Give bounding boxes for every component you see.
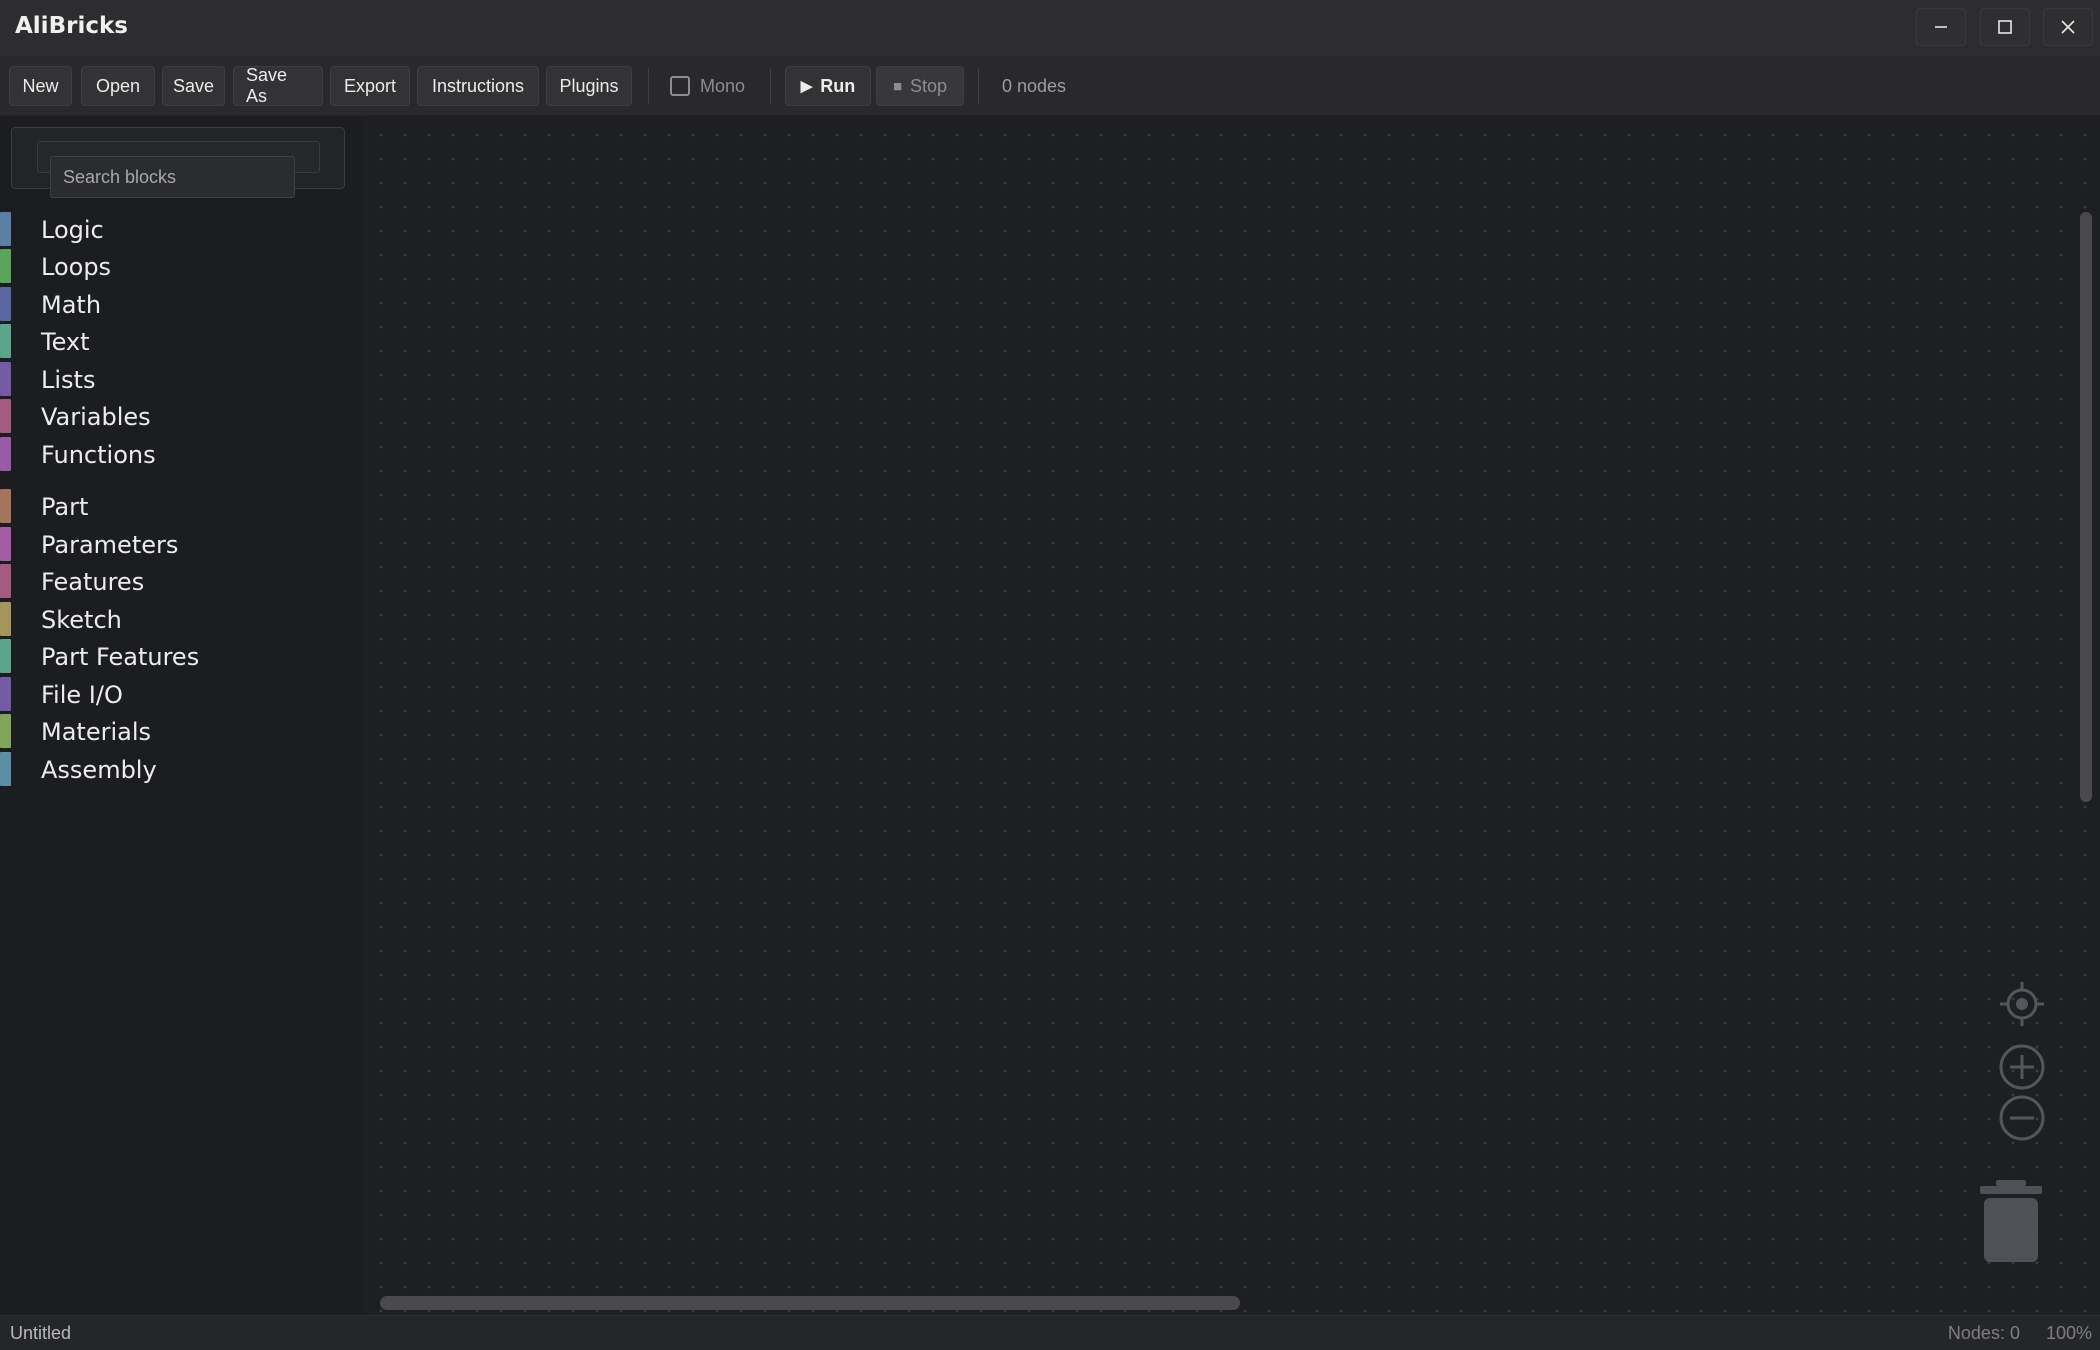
category-swatch: [0, 399, 11, 433]
export-button[interactable]: Export: [330, 66, 410, 106]
minimize-button[interactable]: [1916, 8, 1966, 46]
category-swatch: [0, 324, 11, 358]
category-label: Text: [41, 328, 90, 356]
category-label: Math: [41, 291, 102, 319]
category-swatch: [0, 249, 11, 283]
app-title: AliBricks: [15, 13, 128, 39]
category-item-parameters[interactable]: Parameters: [0, 527, 340, 561]
save-as-button[interactable]: Save As: [233, 65, 323, 106]
category-item-features[interactable]: Features: [0, 564, 340, 598]
category-item-lists[interactable]: Lists: [0, 362, 340, 396]
zoom-in-icon: [1999, 1044, 2045, 1090]
maximize-icon: [1998, 20, 2012, 34]
toolbar-separator: [978, 68, 979, 104]
block-palette: Logic Loops Math Text Lists Variables Fu…: [0, 117, 365, 1315]
category-label: Parameters: [41, 531, 179, 559]
category-label: Loops: [41, 253, 112, 281]
status-node-count: Nodes: 0: [1947, 1323, 2020, 1343]
category-swatch: [0, 602, 11, 636]
mono-label: Mono: [700, 75, 746, 96]
category-label: Lists: [41, 366, 96, 394]
category-swatch: [0, 752, 11, 786]
workspace-canvas[interactable]: [365, 117, 2100, 1315]
category-swatch: [0, 489, 11, 523]
category-swatch: [0, 564, 11, 598]
stop-button[interactable]: ■ Stop: [876, 66, 964, 106]
zoom-in-button[interactable]: [1998, 1043, 2046, 1091]
new-button[interactable]: New: [9, 66, 72, 106]
category-label: Sketch: [41, 606, 122, 634]
category-swatch: [0, 639, 11, 673]
open-button[interactable]: Open: [81, 66, 155, 106]
category-item-file-io[interactable]: File I/O: [0, 677, 340, 711]
category-label: Features: [41, 568, 145, 596]
category-swatch: [0, 287, 11, 321]
category-label: Part: [41, 493, 89, 521]
category-swatch: [0, 527, 11, 561]
close-button[interactable]: [2043, 8, 2093, 46]
status-bar: Untitled Nodes: 0 100%: [0, 1315, 2100, 1350]
category-label: Variables: [41, 403, 151, 431]
save-button[interactable]: Save: [162, 66, 225, 106]
zoom-out-button[interactable]: [1998, 1094, 2046, 1142]
category-item-sketch[interactable]: Sketch: [0, 602, 340, 636]
plugins-button[interactable]: Plugins: [546, 66, 632, 106]
mono-checkbox[interactable]: [670, 76, 690, 96]
category-label: Materials: [41, 718, 152, 746]
horizontal-scrollbar[interactable]: [380, 1296, 1240, 1310]
category-item-materials[interactable]: Materials: [0, 714, 340, 748]
stop-icon: ■: [892, 77, 903, 95]
crosshair-icon: [2000, 982, 2044, 1026]
stop-label: Stop: [910, 75, 948, 96]
category-item-functions[interactable]: Functions: [0, 437, 340, 471]
category-swatch: [0, 212, 11, 246]
maximize-button[interactable]: [1980, 8, 2030, 46]
run-button[interactable]: ▶ Run: [785, 66, 871, 106]
category-item-assembly[interactable]: Assembly: [0, 752, 340, 786]
document-name: Untitled: [10, 1323, 72, 1343]
toolbar-separator: [770, 68, 771, 104]
run-label: Run: [820, 75, 856, 96]
category-label: Logic: [41, 216, 104, 244]
instructions-button[interactable]: Instructions: [417, 66, 539, 106]
play-icon: ▶: [800, 78, 813, 95]
category-item-part[interactable]: Part: [0, 489, 340, 523]
zoom-level: 100%: [2045, 1323, 2092, 1343]
node-count: 0 nodes: [1002, 76, 1067, 96]
toolbar-separator: [648, 68, 649, 104]
category-item-part-features[interactable]: Part Features: [0, 639, 340, 673]
category-item-text[interactable]: Text: [0, 324, 340, 358]
close-icon: [2061, 20, 2075, 34]
trash-button[interactable]: [1978, 1178, 2044, 1264]
vertical-scrollbar[interactable]: [2080, 212, 2092, 802]
trash-icon: [1980, 1180, 2042, 1262]
category-label: Part Features: [41, 643, 200, 671]
category-label: Functions: [41, 441, 156, 469]
minimize-icon: [1935, 26, 1947, 28]
status-right: Nodes: 0 100%: [1948, 1323, 2092, 1344]
category-label: Assembly: [41, 756, 157, 784]
category-item-logic[interactable]: Logic: [0, 212, 340, 246]
category-swatch: [0, 714, 11, 748]
category-item-variables[interactable]: Variables: [0, 399, 340, 433]
search-placeholder-tooltip: Search blocks: [50, 156, 295, 198]
category-swatch: [0, 677, 11, 711]
title-bar: AliBricks: [0, 0, 2100, 56]
zoom-out-icon: [1999, 1095, 2045, 1141]
category-swatch: [0, 362, 11, 396]
category-swatch: [0, 437, 11, 471]
mono-toggle[interactable]: Mono: [670, 66, 745, 106]
category-label: File I/O: [41, 681, 123, 709]
category-item-math[interactable]: Math: [0, 287, 340, 321]
recenter-button[interactable]: [1998, 980, 2046, 1028]
category-item-loops[interactable]: Loops: [0, 249, 340, 283]
